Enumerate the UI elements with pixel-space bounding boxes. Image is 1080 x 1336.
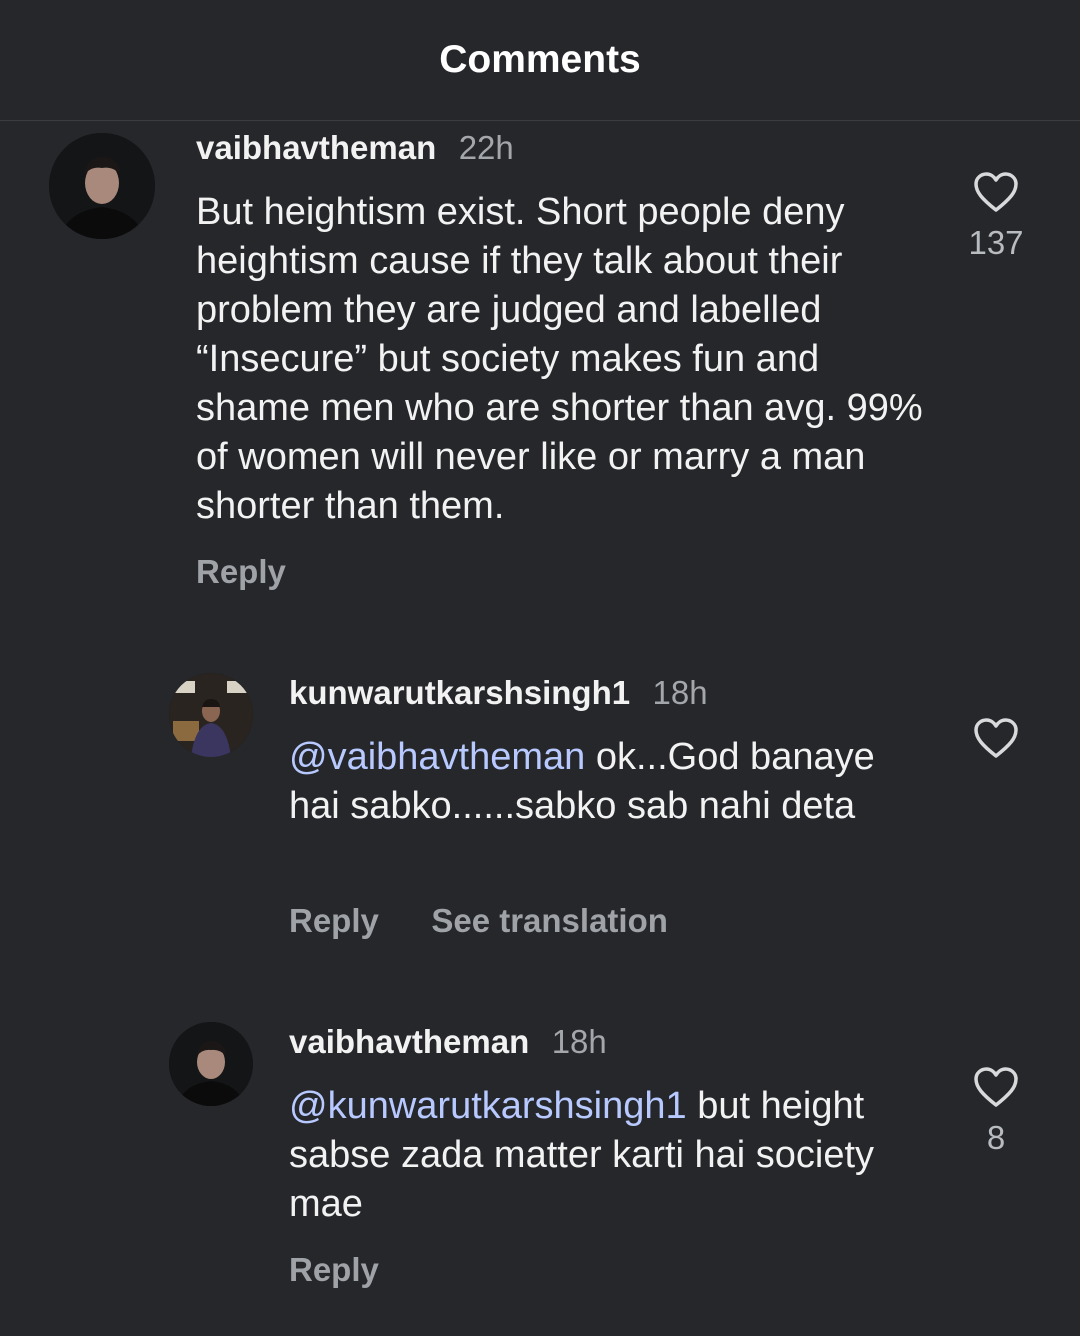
comment-actions: Reply [196, 553, 334, 591]
comment-body: But heightism exist. Short people deny h… [196, 191, 923, 527]
comment-actions: Reply [289, 1251, 427, 1289]
reply-button[interactable]: Reply [289, 902, 379, 939]
comment-meta: kunwarutkarshsingh1 18h [289, 674, 708, 712]
comment-text: @kunwarutkarshsingh1 but height sabse za… [289, 1082, 899, 1229]
reply-button[interactable]: Reply [289, 1251, 379, 1288]
like-control: 8 [936, 1065, 1056, 1157]
profile-photo-icon [169, 1022, 253, 1106]
avatar[interactable] [169, 1022, 253, 1106]
timestamp: 18h [652, 674, 708, 711]
see-translation-button[interactable]: See translation [431, 902, 668, 939]
like-count: 137 [968, 224, 1024, 261]
like-control [936, 716, 1056, 760]
comment-actions: Reply See translation [289, 902, 716, 940]
like-control: 137 [936, 170, 1056, 262]
page-title: Comments [439, 38, 641, 81]
mention-link[interactable]: @vaibhavtheman [289, 736, 585, 778]
comment-text: But heightism exist. Short people deny h… [196, 188, 926, 531]
comment-meta: vaibhavtheman 22h [196, 129, 514, 167]
heart-outline-icon[interactable] [972, 170, 1020, 214]
heart-outline-icon[interactable] [972, 1065, 1020, 1109]
comments-header: Comments [0, 0, 1080, 121]
heart-outline-icon[interactable] [972, 716, 1020, 760]
mention-link[interactable]: @kunwarutkarshsingh1 [289, 1085, 687, 1127]
username[interactable]: vaibhavtheman [196, 129, 436, 166]
timestamp: 18h [551, 1023, 607, 1060]
profile-photo-icon [49, 133, 155, 239]
comment-meta: vaibhavtheman 18h [289, 1023, 607, 1061]
comment-text: @vaibhavtheman ok...God banaye hai sabko… [289, 733, 899, 831]
avatar[interactable] [49, 133, 155, 239]
reply-button[interactable]: Reply [196, 553, 286, 590]
like-count: 8 [986, 1119, 1006, 1156]
timestamp: 22h [458, 129, 514, 166]
profile-photo-icon [169, 673, 253, 757]
username[interactable]: vaibhavtheman [289, 1023, 529, 1060]
username[interactable]: kunwarutkarshsingh1 [289, 674, 630, 711]
avatar[interactable] [169, 673, 253, 757]
